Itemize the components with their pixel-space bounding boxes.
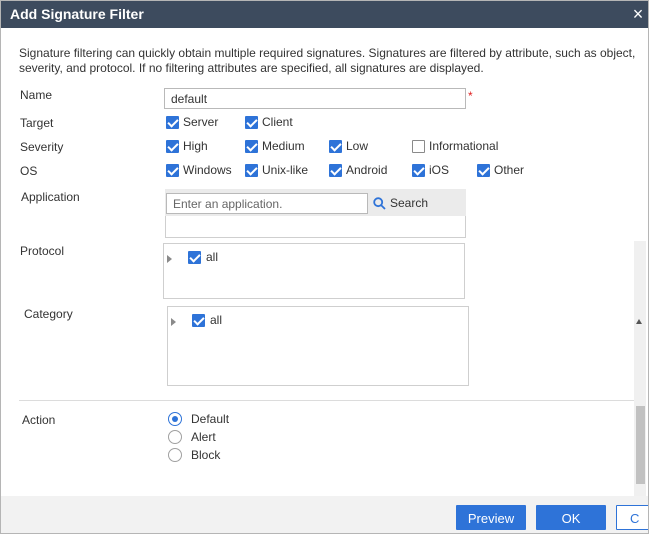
os-android-label: Android	[346, 163, 388, 177]
scrollbar-thumb[interactable]	[636, 406, 645, 484]
category-all-label: all	[210, 313, 223, 327]
severity-informational-checkbox[interactable]	[412, 140, 425, 153]
caret-right-icon[interactable]	[171, 318, 176, 326]
action-default-label: Default	[191, 412, 230, 426]
os-ios-label: iOS	[429, 163, 450, 177]
os-windows-label: Windows	[183, 163, 232, 177]
application-list	[165, 216, 466, 238]
protocol-all-checkbox[interactable]	[188, 251, 201, 264]
severity-informational-label: Informational	[429, 139, 499, 153]
application-label: Application	[21, 190, 80, 204]
action-alert-label: Alert	[191, 430, 216, 444]
os-other-label: Other	[494, 163, 525, 177]
action-block-label: Block	[191, 448, 221, 462]
required-marker: *	[468, 89, 473, 103]
severity-medium-label: Medium	[262, 139, 305, 153]
dialog-description: Signature filtering can quickly obtain m…	[19, 46, 636, 75]
add-signature-filter-dialog: Add Signature Filter × Signature filteri…	[0, 0, 649, 534]
os-unix-like-checkbox[interactable]	[245, 164, 258, 177]
protocol-all-label: all	[206, 250, 219, 264]
os-other-checkbox[interactable]	[477, 164, 490, 177]
ok-button[interactable]: OK	[536, 505, 606, 530]
target-server-checkbox[interactable]	[166, 116, 179, 129]
scroll-up-icon[interactable]	[636, 319, 642, 324]
cancel-button[interactable]: C	[616, 505, 648, 530]
action-alert-radio[interactable]	[168, 430, 182, 444]
category-all-checkbox[interactable]	[192, 314, 205, 327]
severity-medium-checkbox[interactable]	[245, 140, 258, 153]
target-label: Target	[20, 116, 54, 130]
os-unix-like-label: Unix-like	[262, 163, 309, 177]
os-android-checkbox[interactable]	[329, 164, 342, 177]
target-client-checkbox[interactable]	[245, 116, 258, 129]
search-icon[interactable]	[373, 197, 386, 213]
category-label: Category	[24, 307, 73, 321]
os-windows-checkbox[interactable]	[166, 164, 179, 177]
name-label: Name	[20, 88, 53, 102]
target-client-label: Client	[262, 115, 293, 129]
application-search-input[interactable]	[166, 193, 368, 214]
severity-high-checkbox[interactable]	[166, 140, 179, 153]
action-default-radio[interactable]	[168, 412, 182, 426]
search-button[interactable]: Search	[390, 196, 428, 210]
severity-low-label: Low	[346, 139, 369, 153]
target-server-label: Server	[183, 115, 219, 129]
action-block-radio[interactable]	[168, 448, 182, 462]
preview-button[interactable]: Preview	[456, 505, 526, 530]
name-input[interactable]	[164, 88, 466, 109]
action-label: Action	[22, 413, 56, 427]
severity-label: Severity	[20, 140, 64, 154]
caret-right-icon[interactable]	[167, 255, 172, 263]
close-icon[interactable]: ×	[627, 3, 648, 25]
os-ios-checkbox[interactable]	[412, 164, 425, 177]
severity-high-label: High	[183, 139, 208, 153]
protocol-label: Protocol	[20, 244, 65, 258]
severity-low-checkbox[interactable]	[329, 140, 342, 153]
dialog-title-bar: Add Signature Filter ×	[1, 1, 648, 28]
divider	[19, 400, 637, 401]
dialog-title: Add Signature Filter	[10, 6, 144, 22]
os-label: OS	[20, 164, 38, 178]
